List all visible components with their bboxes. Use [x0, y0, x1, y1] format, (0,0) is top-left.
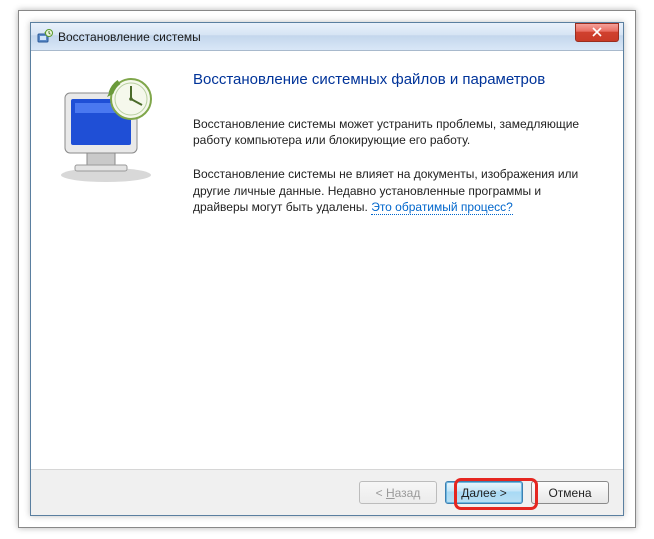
close-button[interactable] — [575, 23, 619, 42]
description-para-2: Восстановление системы не влияет на доку… — [193, 166, 599, 215]
system-restore-illustration-icon — [51, 174, 171, 188]
window-title: Восстановление системы — [58, 30, 621, 44]
page-heading: Восстановление системных файлов и параме… — [193, 71, 599, 88]
content-area: Восстановление системных файлов и параме… — [31, 51, 623, 469]
outer-frame: Восстановление системы — [18, 10, 636, 528]
dialog-window: Восстановление системы — [30, 22, 624, 516]
button-bar: < Назад Далее > Отмена — [31, 469, 623, 515]
close-icon — [592, 26, 602, 40]
illustration-pane — [31, 51, 189, 469]
back-button: < Назад — [359, 481, 437, 504]
text-pane: Восстановление системных файлов и параме… — [189, 51, 623, 469]
titlebar[interactable]: Восстановление системы — [31, 23, 623, 51]
next-button[interactable]: Далее > — [445, 481, 523, 504]
description-para-1: Восстановление системы может устранить п… — [193, 116, 599, 148]
reversible-process-link[interactable]: Это обратимый процесс? — [371, 200, 513, 215]
system-restore-icon — [37, 29, 53, 45]
cancel-button[interactable]: Отмена — [531, 481, 609, 504]
